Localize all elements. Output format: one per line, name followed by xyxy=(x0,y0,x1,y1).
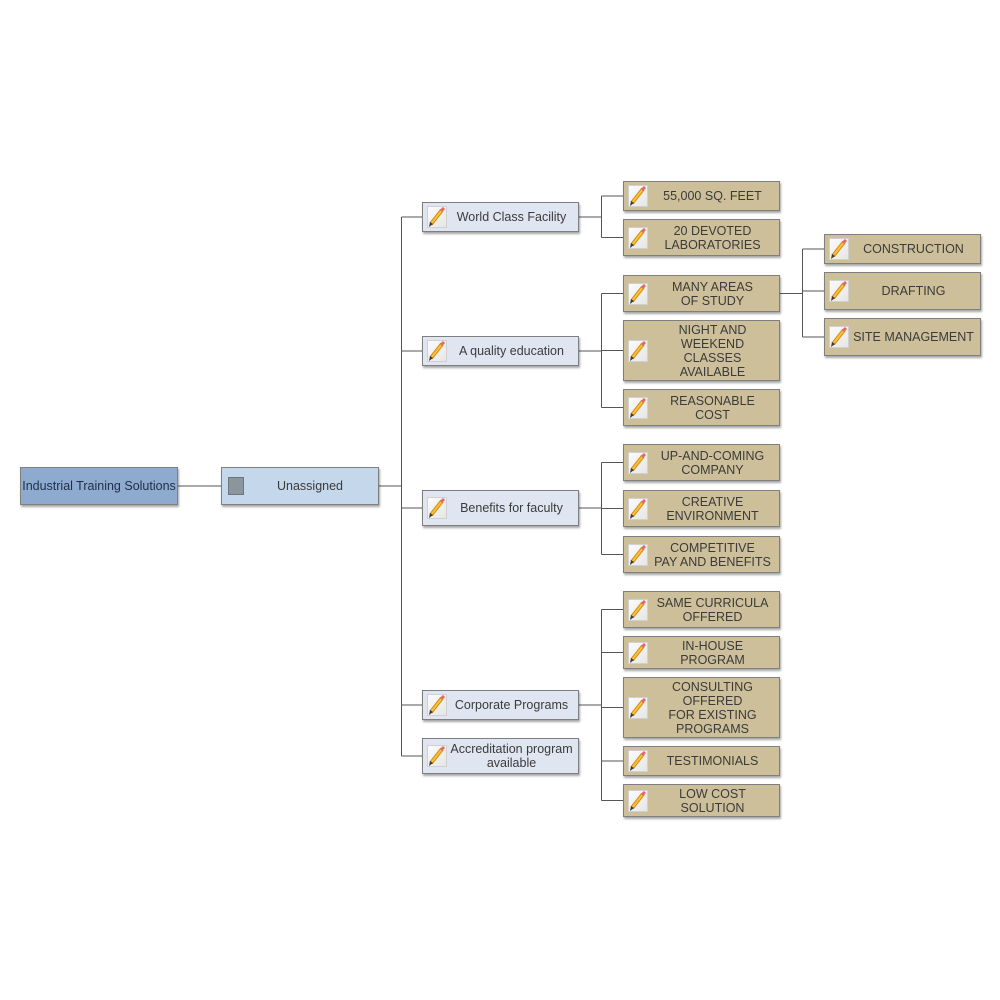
owner-label: Unassigned xyxy=(276,479,343,493)
leaf-node[interactable]: DRAFTING xyxy=(824,272,981,310)
pencil-icon xyxy=(628,282,648,305)
leaf-label: LOW COST SOLUTION xyxy=(679,786,746,815)
leaf-node[interactable]: IN-HOUSE PROGRAM xyxy=(623,636,780,669)
pencil-icon xyxy=(829,326,849,348)
pencil-icon xyxy=(628,789,648,812)
pencil-icon xyxy=(628,543,648,566)
topic-label: World Class Facility xyxy=(456,210,567,224)
pencil-icon xyxy=(427,206,447,228)
leaf-node[interactable]: 55,000 SQ. FEET xyxy=(623,181,780,211)
topic-label: Accreditation program available xyxy=(450,742,573,770)
leaf-label: CONSTRUCTION xyxy=(863,242,964,256)
root-label: Industrial Training Solutions xyxy=(22,479,176,493)
leaf-label: SITE MANAGEMENT xyxy=(853,330,974,344)
leaf-label: NIGHT AND WEEKEND CLASSES AVAILABLE xyxy=(678,322,747,379)
leaf-node[interactable]: TESTIMONIALS xyxy=(623,746,780,776)
leaf-node[interactable]: UP-AND-COMING COMPANY xyxy=(623,444,780,481)
topic-node[interactable]: Benefits for faculty xyxy=(422,490,579,526)
pencil-icon xyxy=(427,340,447,362)
leaf-node[interactable]: CREATIVE ENVIRONMENT xyxy=(623,490,780,527)
leaf-node[interactable]: NIGHT AND WEEKEND CLASSES AVAILABLE xyxy=(623,320,780,381)
leaf-label: IN-HOUSE PROGRAM xyxy=(680,638,745,667)
pencil-icon xyxy=(427,497,447,519)
leaf-node[interactable]: LOW COST SOLUTION xyxy=(623,784,780,817)
leaf-node[interactable]: CONSTRUCTION xyxy=(824,234,981,264)
leaf-label: 55,000 SQ. FEET xyxy=(663,189,762,203)
pencil-icon xyxy=(628,598,648,621)
topic-label: Corporate Programs xyxy=(454,698,569,712)
pencil-icon xyxy=(628,185,648,207)
pencil-icon xyxy=(829,280,849,302)
leaf-label: UP-AND-COMING COMPANY xyxy=(660,448,765,477)
leaf-label: CONSULTING OFFERED FOR EXISTING PROGRAMS xyxy=(668,679,757,736)
pencil-icon xyxy=(628,696,648,719)
pencil-icon xyxy=(628,497,648,520)
pencil-icon xyxy=(628,226,648,249)
pencil-icon xyxy=(427,694,447,716)
leaf-label: MANY AREAS OF STUDY xyxy=(671,279,754,308)
topic-node[interactable]: Accreditation program available xyxy=(422,738,579,774)
leaf-label: SAME CURRICULA OFFERED xyxy=(656,595,769,624)
pencil-icon xyxy=(427,745,447,767)
pencil-icon xyxy=(628,750,648,772)
pencil-icon xyxy=(628,451,648,474)
leaf-label: CREATIVE ENVIRONMENT xyxy=(666,494,759,523)
owner-node[interactable]: Unassigned xyxy=(221,467,379,505)
leaf-label: TESTIMONIALS xyxy=(666,754,759,768)
topic-label: Benefits for faculty xyxy=(460,501,563,515)
leaf-node[interactable]: MANY AREAS OF STUDY xyxy=(623,275,780,312)
leaf-label: REASONABLE COST xyxy=(670,393,755,422)
leaf-node[interactable]: CONSULTING OFFERED FOR EXISTING PROGRAMS xyxy=(623,677,780,738)
topic-node[interactable]: World Class Facility xyxy=(422,202,579,232)
leaf-node[interactable]: 20 DEVOTED LABORATORIES xyxy=(623,219,780,256)
leaf-label: DRAFTING xyxy=(881,284,946,298)
leaf-label: 20 DEVOTED LABORATORIES xyxy=(664,223,761,252)
pencil-icon xyxy=(628,339,648,362)
leaf-node[interactable]: REASONABLE COST xyxy=(623,389,780,426)
pencil-icon xyxy=(829,238,849,260)
topic-label: A quality education xyxy=(459,344,564,358)
pencil-icon xyxy=(628,641,648,664)
person-icon xyxy=(228,477,244,495)
root-node[interactable]: Industrial Training Solutions xyxy=(20,467,178,505)
pencil-icon xyxy=(628,396,648,419)
leaf-node[interactable]: SITE MANAGEMENT xyxy=(824,318,981,356)
leaf-node[interactable]: SAME CURRICULA OFFERED xyxy=(623,591,780,628)
leaf-label: COMPETITIVE PAY AND BENEFITS xyxy=(654,540,771,569)
topic-node[interactable]: A quality education xyxy=(422,336,579,366)
topic-node[interactable]: Corporate Programs xyxy=(422,690,579,720)
leaf-node[interactable]: COMPETITIVE PAY AND BENEFITS xyxy=(623,536,780,573)
